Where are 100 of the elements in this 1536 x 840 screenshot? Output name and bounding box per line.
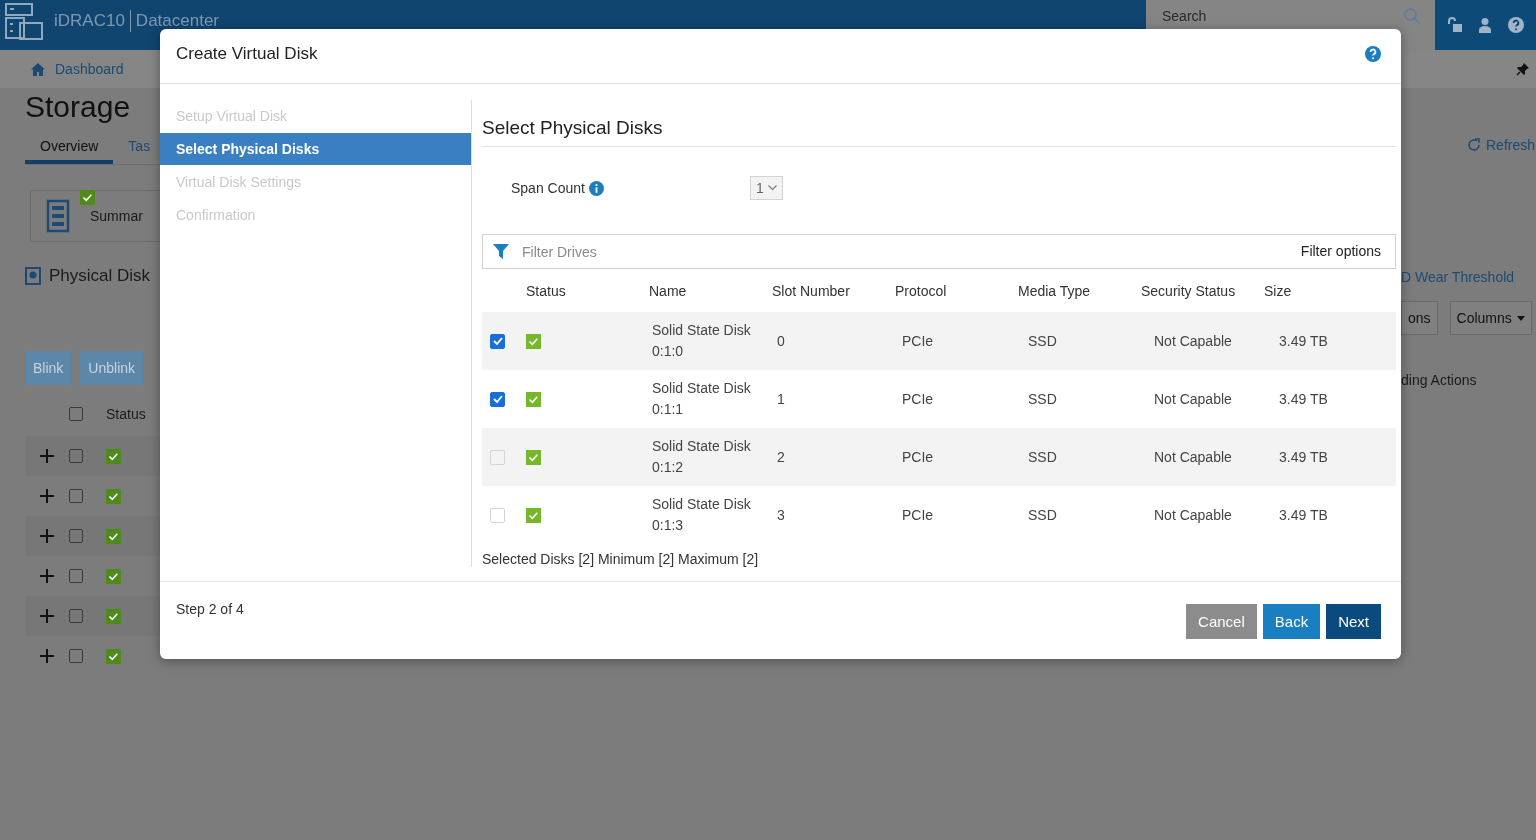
status-ok-icon — [106, 568, 121, 584]
secondary-button[interactable]: Cancel — [1186, 604, 1257, 639]
primary-button[interactable]: Next — [1326, 604, 1381, 639]
table-cell: PCIe — [902, 333, 934, 349]
status-ok-icon — [526, 449, 541, 465]
column-header: Status — [525, 282, 567, 299]
plus-icon — [40, 649, 54, 663]
table-cell: PCIe — [902, 391, 934, 407]
checkbox[interactable] — [69, 529, 83, 543]
table-cell: 3.49 TB — [1279, 507, 1328, 523]
step-indicator: Step 2 of 4 — [176, 601, 244, 617]
pin-icon — [1516, 62, 1530, 76]
column-header: Size — [1263, 282, 1293, 299]
checkbox[interactable] — [69, 449, 83, 463]
check-icon — [492, 395, 503, 403]
table-cell: SSD — [1028, 333, 1057, 349]
status-ok-icon — [106, 488, 121, 504]
table-cell-text: Solid State Disk 0:1:1 — [651, 379, 752, 419]
table-cell: Not Capable — [1154, 449, 1232, 465]
table-cell: 2 — [777, 449, 785, 465]
checkbox[interactable] — [69, 489, 83, 503]
table-cell-text: Solid State Disk 0:1:0 — [651, 321, 752, 361]
plus-icon — [40, 529, 54, 543]
span-count-select[interactable]: 1 — [750, 176, 783, 200]
checkbox[interactable] — [490, 391, 505, 407]
table-cell: PCIe — [902, 507, 934, 523]
dialog-title: Create Virtual Disk — [176, 44, 318, 64]
server-logo-icon — [4, 1, 44, 41]
status-ok-icon — [106, 528, 121, 544]
page-title: Storage — [25, 90, 132, 125]
status-ok-icon — [80, 190, 95, 205]
table-cell: 0 — [777, 333, 785, 349]
column-header: Slot Number — [771, 282, 851, 299]
table-cell-text: Solid State Disk 0:1:3 — [651, 495, 752, 535]
status-ok-icon — [526, 507, 541, 523]
status-ok-icon — [526, 391, 541, 407]
column-header: Name — [648, 282, 688, 299]
help-icon[interactable] — [1365, 46, 1381, 62]
action-button[interactable]: Unblink — [80, 351, 144, 385]
help-icon[interactable] — [1508, 17, 1525, 33]
summary-card[interactable]: Summar — [30, 190, 160, 242]
plus-icon — [40, 489, 54, 503]
column-header: Protocol — [894, 282, 948, 299]
edition-name: Datacenter — [135, 11, 220, 31]
status-ok-icon — [526, 333, 541, 349]
chevron-down-icon — [767, 185, 777, 191]
table-cell: 3.49 TB — [1279, 449, 1328, 465]
section-title: Select Physical Disks — [482, 100, 1396, 147]
column-header: Security Status — [1140, 282, 1237, 299]
info-icon — [588, 180, 604, 196]
status-ok-icon — [106, 608, 121, 624]
checkbox[interactable] — [69, 407, 83, 421]
table-cell: 3 — [777, 507, 785, 523]
checkbox[interactable] — [69, 609, 83, 623]
plus-icon — [40, 569, 54, 583]
home-icon — [30, 61, 46, 77]
status-ok-icon — [106, 448, 121, 464]
refresh-link[interactable]: Refresh — [1467, 137, 1536, 153]
tab[interactable]: Overview — [25, 130, 114, 164]
plus-icon — [40, 609, 54, 623]
lock-icon[interactable] — [1446, 17, 1463, 33]
table-cell: 3.49 TB — [1279, 391, 1328, 407]
column-header: Status — [106, 406, 146, 422]
table-cell-text: Solid State Disk 0:1:2 — [651, 437, 752, 477]
refresh-label: Refresh — [1486, 137, 1536, 153]
plus-icon — [40, 449, 54, 463]
server-icon — [46, 199, 70, 233]
action-button[interactable]: ons — [1401, 301, 1438, 335]
checkbox[interactable] — [490, 333, 505, 349]
table-cell: Not Capable — [1154, 391, 1232, 407]
product-name: iDRAC10 — [54, 11, 125, 31]
table-cell: 3.49 TB — [1279, 333, 1328, 349]
checkbox[interactable] — [69, 649, 83, 663]
table-cell: Not Capable — [1154, 507, 1232, 523]
table-cell: SSD — [1028, 449, 1057, 465]
table-cell: SSD — [1028, 391, 1057, 407]
action-button[interactable]: Blink — [25, 351, 72, 385]
filter-options-link[interactable]: Filter options — [1300, 243, 1381, 259]
column-header: ding Actions — [1401, 372, 1478, 388]
search-icon — [1403, 7, 1421, 25]
checkbox[interactable] — [69, 569, 83, 583]
selection-summary: Selected Disks [2] Minimum [2] Maximum [2] — [482, 551, 760, 567]
table-cell: PCIe — [902, 449, 934, 465]
refresh-icon — [1467, 138, 1481, 152]
tab[interactable]: Tas — [113, 130, 160, 164]
status-ok-icon — [106, 648, 121, 664]
columns-button[interactable]: Columns — [1449, 301, 1532, 335]
table-cell: Not Capable — [1154, 333, 1232, 349]
table-cell: 1 — [777, 391, 785, 407]
section-title: Physical Disk — [49, 266, 151, 286]
caret-icon — [1516, 315, 1525, 321]
primary-button[interactable]: Back — [1262, 604, 1321, 639]
nav-link[interactable]: Dashboard — [55, 61, 124, 77]
card-label: Summar — [90, 208, 143, 224]
check-icon — [492, 337, 503, 345]
column-header: Media Type — [1017, 282, 1092, 299]
field-label: Span Count — [511, 180, 585, 196]
wizard-step[interactable]: Select Physical Disks — [160, 133, 471, 165]
user-icon[interactable] — [1478, 17, 1493, 33]
threshold-link[interactable]: D Wear Threshold — [1401, 269, 1536, 285]
